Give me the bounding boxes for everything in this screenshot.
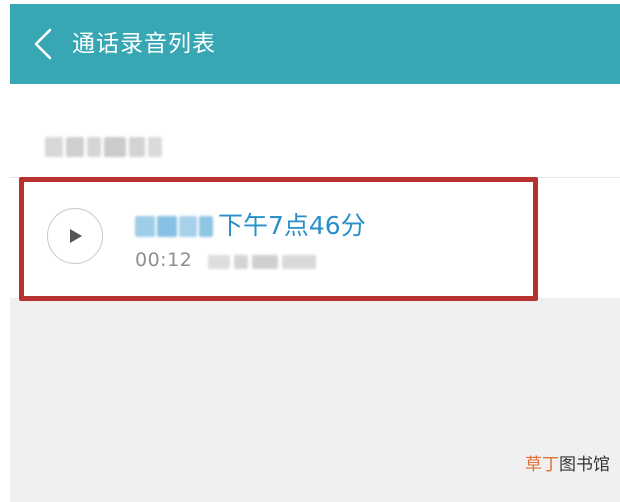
recording-duration: 00:12: [135, 249, 193, 271]
play-button[interactable]: [47, 208, 103, 264]
group-header-redacted: [45, 135, 162, 159]
contact-line: 下午7点46分: [135, 209, 495, 243]
watermark-part2: 图书馆: [559, 455, 610, 475]
app-window: 通话录音列表 下午7点46分 00:12: [10, 4, 620, 502]
page-title: 通话录音列表: [72, 31, 216, 57]
contact-number-redacted: [135, 216, 213, 237]
recording-list: 下午7点46分 00:12: [10, 84, 620, 298]
title-bar: 通话录音列表: [10, 4, 620, 84]
back-button[interactable]: [24, 24, 60, 64]
call-time: 下午7点46分: [218, 211, 366, 240]
watermark: 草丁图书馆: [525, 454, 610, 476]
play-icon: [70, 229, 82, 243]
watermark-part1: 草丁: [525, 455, 559, 475]
recording-item[interactable]: 下午7点46分 00:12: [10, 178, 620, 294]
chevron-left-icon: [34, 28, 52, 60]
date-redacted: [208, 252, 316, 270]
